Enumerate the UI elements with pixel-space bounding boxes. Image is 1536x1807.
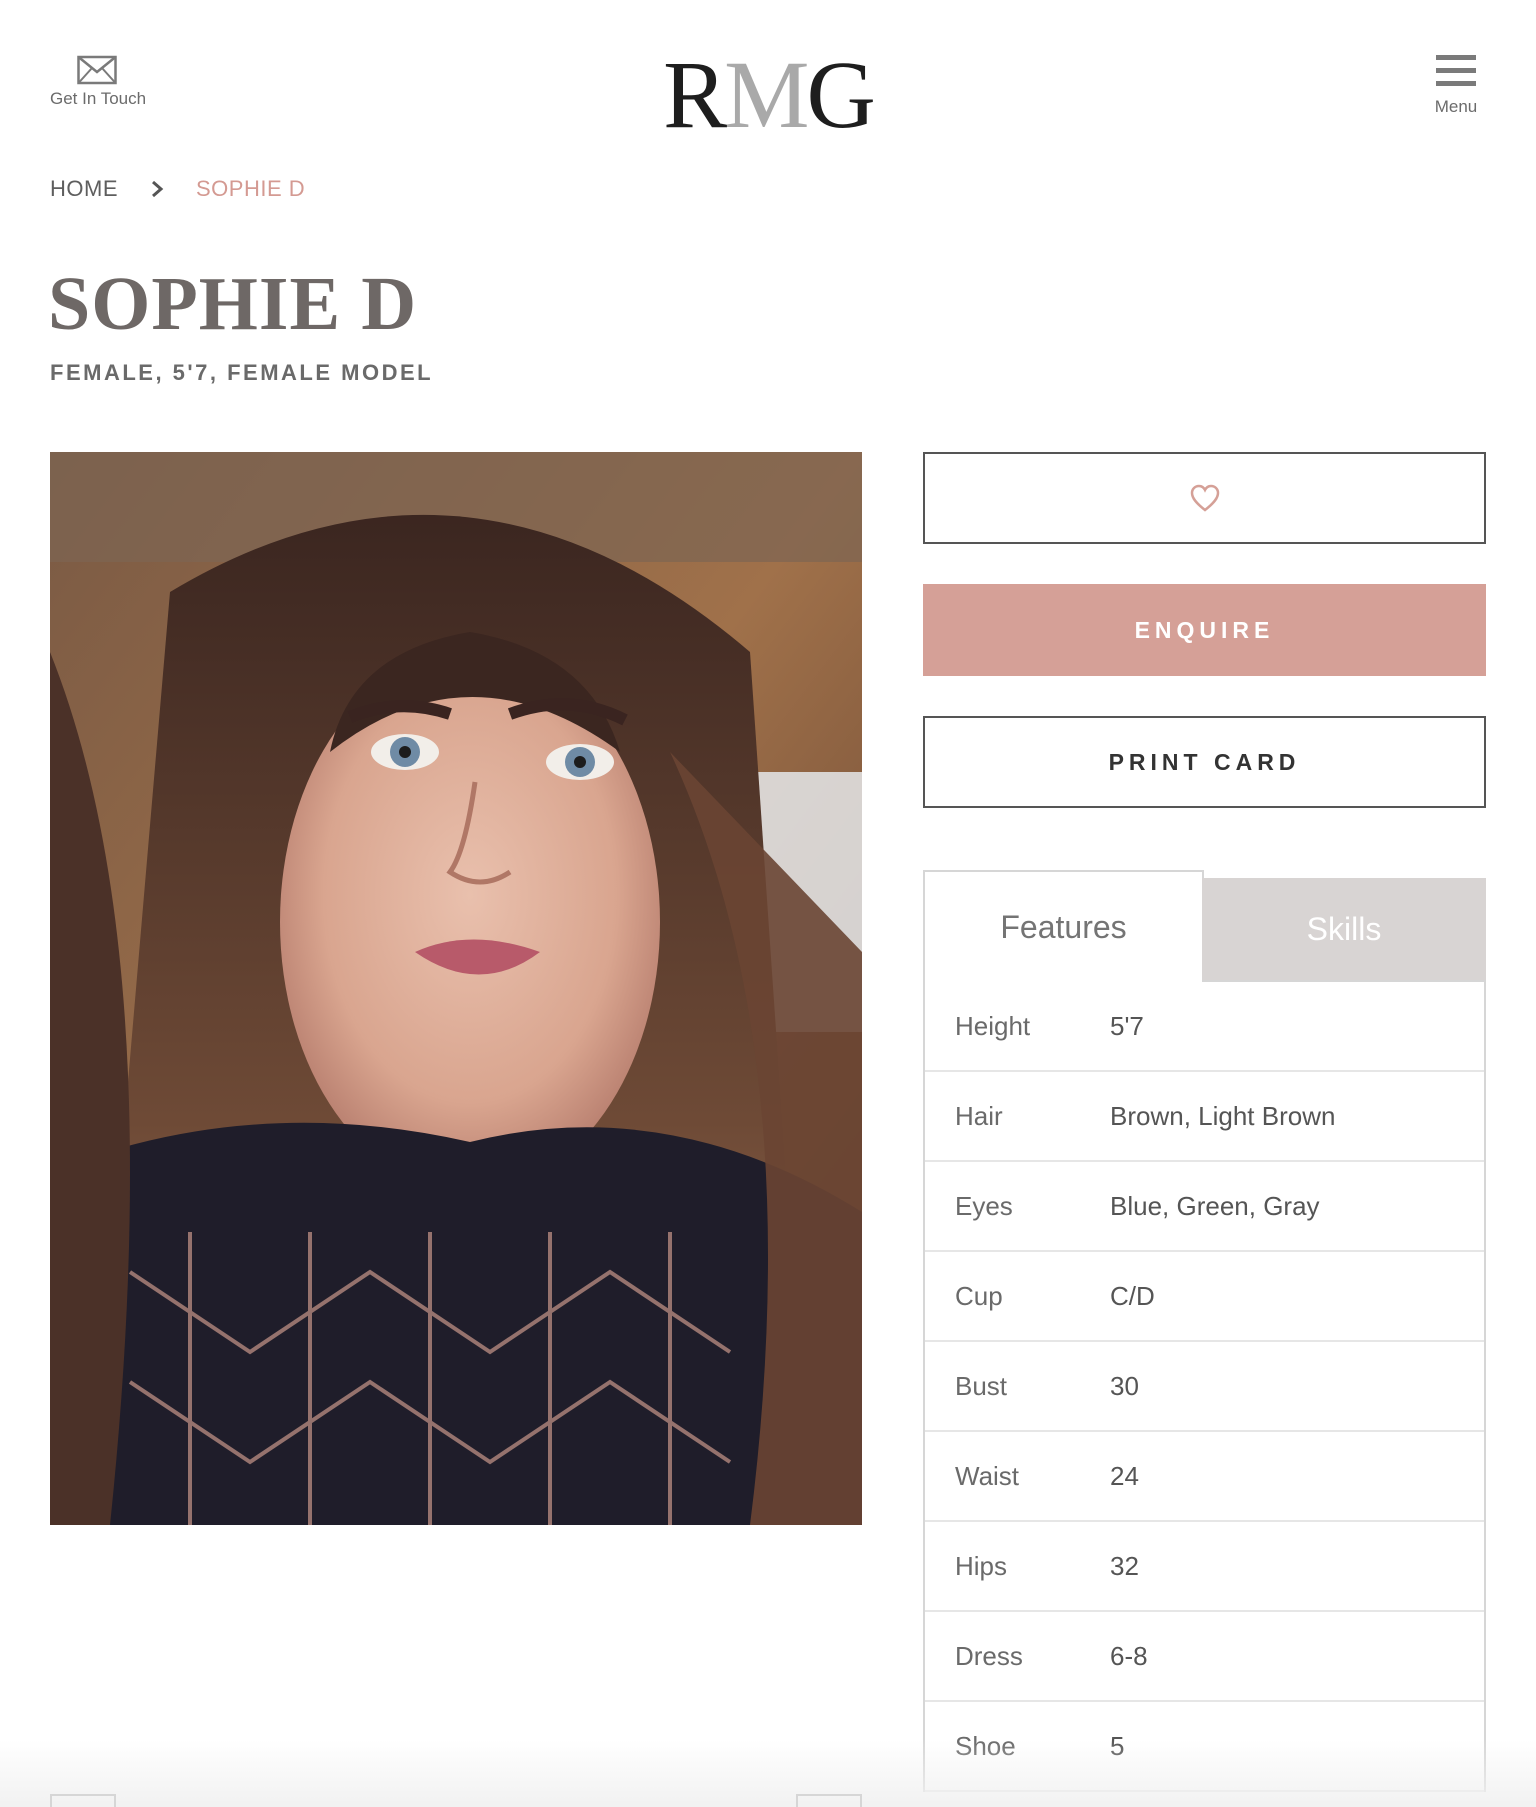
hamburger-icon [1436,55,1476,86]
feature-label: Waist [955,1460,1020,1491]
feature-row-cup: Cup C/D [925,1252,1484,1342]
rmg-logo[interactable]: RMG [0,40,1536,150]
feature-label: Eyes [955,1190,1013,1221]
feature-row-hips: Hips 32 [925,1522,1484,1612]
feature-row-height: Height 5'7 [925,982,1484,1072]
breadcrumb-current: SOPHIE D [196,176,306,201]
gallery-next-button[interactable] [796,1794,862,1807]
logo-letter-m: M [724,41,809,148]
model-profile-page: Get In Touch RMG Menu HOME SOPHIE D SOPH… [0,0,1536,1807]
breadcrumb: HOME SOPHIE D [50,176,305,202]
feature-label: Shoe [955,1730,1016,1761]
profile-tabs: Features Skills [923,870,1486,982]
feature-row-hair: Hair Brown, Light Brown [925,1072,1484,1162]
feature-row-waist: Waist 24 [925,1432,1484,1522]
enquire-button[interactable]: ENQUIRE [923,584,1486,676]
feature-row-bust: Bust 30 [925,1342,1484,1432]
feature-label: Hair [955,1100,1003,1131]
model-photo-image [50,452,862,1525]
tab-skills[interactable]: Skills [1202,878,1486,982]
feature-label: Dress [955,1640,1023,1671]
favorite-button[interactable] [923,452,1486,544]
feature-value: 5 [1110,1730,1125,1761]
profile-subtitle: FEMALE, 5'7, FEMALE MODEL [50,360,434,385]
print-card-button[interactable]: PRINT CARD [923,716,1486,808]
feature-value: Brown, Light Brown [1110,1100,1336,1131]
logo-letter-r: R [663,41,727,148]
tab-features[interactable]: Features [923,870,1204,982]
logo-letter-g: G [806,41,876,148]
menu-label: Menu [1434,97,1478,116]
chevron-right-icon [152,180,164,198]
feature-label: Height [955,1010,1031,1041]
feature-value: C/D [1110,1280,1155,1311]
feature-value: Blue, Green, Gray [1110,1190,1320,1221]
feature-value: 6-8 [1110,1640,1148,1671]
feature-label: Hips [955,1550,1008,1581]
feature-value: 30 [1110,1370,1139,1401]
breadcrumb-home-link[interactable]: HOME [50,176,118,202]
features-table: Height 5'7 Hair Brown, Light Brown Eyes … [923,982,1486,1792]
feature-value: 5'7 [1110,1010,1144,1041]
heart-icon [1190,484,1219,512]
page-title: SOPHIE D [48,262,418,346]
model-photo[interactable] [50,452,862,1525]
gallery-prev-button[interactable] [50,1794,116,1807]
feature-label: Bust [955,1370,1008,1401]
menu-button[interactable]: Menu [1426,55,1486,117]
feature-value: 32 [1110,1550,1139,1581]
feature-row-shoe: Shoe 5 [925,1702,1484,1792]
feature-row-dress: Dress 6-8 [925,1612,1484,1702]
feature-row-eyes: Eyes Blue, Green, Gray [925,1162,1484,1252]
feature-label: Cup [955,1280,1003,1311]
feature-value: 24 [1110,1460,1139,1491]
